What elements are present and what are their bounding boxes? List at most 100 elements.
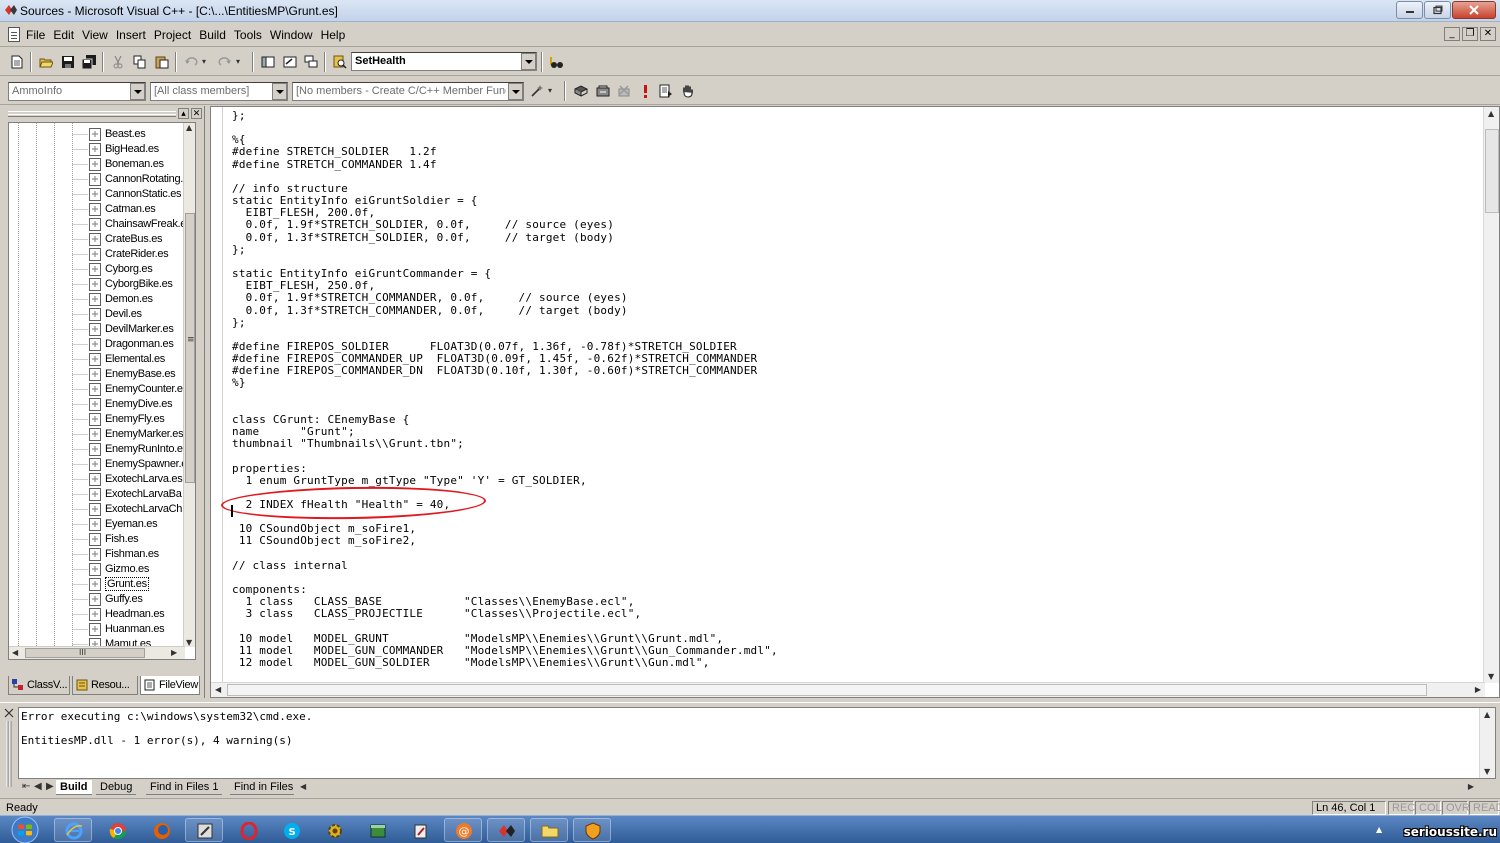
- tab-find-in-files-1[interactable]: Find in Files 1: [146, 780, 223, 795]
- taskbar-app-tools[interactable]: [401, 818, 439, 842]
- taskbar-opera[interactable]: [229, 818, 267, 842]
- menu-view[interactable]: View: [82, 28, 108, 42]
- save-all-button[interactable]: [80, 53, 98, 71]
- source-code[interactable]: }; %{ #define STRETCH_SOLDIER 1.2f #defi…: [232, 109, 778, 669]
- editor-scroll-thumb[interactable]: [1485, 129, 1499, 213]
- mdi-close-button[interactable]: ✕: [1480, 27, 1496, 41]
- minimize-button[interactable]: [1396, 1, 1423, 19]
- scroll-left-icon[interactable]: ◀: [300, 782, 306, 791]
- tray-expand-icon[interactable]: ▲: [1376, 825, 1382, 834]
- members-combo[interactable]: [No members - Create C/C++ Member Functi…: [292, 82, 524, 101]
- find-in-files-button[interactable]: [331, 53, 349, 71]
- menu-window[interactable]: Window: [270, 28, 313, 42]
- code-editor[interactable]: }; %{ #define STRETCH_SOLDIER 1.2f #defi…: [210, 106, 1500, 698]
- taskbar-visual-cpp[interactable]: [487, 818, 525, 842]
- taskbar-ie[interactable]: [54, 818, 92, 842]
- chevron-down-icon[interactable]: [272, 83, 287, 100]
- document-icon[interactable]: [8, 27, 20, 42]
- open-button[interactable]: [37, 53, 55, 71]
- tab-debug[interactable]: Debug: [96, 780, 137, 795]
- taskbar-chrome[interactable]: [98, 818, 136, 842]
- chevron-down-icon[interactable]: [130, 83, 145, 100]
- tab-fileview[interactable]: FileView: [140, 676, 200, 695]
- filter-combo[interactable]: [All class members]: [150, 82, 288, 101]
- workspace-toggle-button[interactable]: [259, 53, 277, 71]
- menu-help[interactable]: Help: [321, 28, 346, 42]
- taskbar-app-generic[interactable]: [185, 818, 223, 842]
- taskbar-explorer[interactable]: [530, 818, 568, 842]
- close-button[interactable]: [1452, 1, 1496, 19]
- scroll-left-icon[interactable]: ◀: [12, 648, 18, 657]
- execute-button[interactable]: [636, 82, 654, 100]
- output-toggle-button[interactable]: [281, 53, 299, 71]
- paste-button[interactable]: [153, 53, 171, 71]
- menu-tools[interactable]: Tools: [234, 28, 262, 42]
- compile-button[interactable]: [572, 82, 590, 100]
- menu-edit[interactable]: Edit: [53, 28, 74, 42]
- menu-insert[interactable]: Insert: [116, 28, 146, 42]
- taskbar-mail[interactable]: @: [444, 818, 482, 842]
- editor-hscroll-thumb[interactable]: [227, 684, 1427, 696]
- tab-find-in-files-2[interactable]: Find in Files 2: [230, 780, 294, 795]
- output-text[interactable]: Error executing c:\windows\system32\cmd.…: [21, 711, 312, 747]
- taskbar-app-window[interactable]: [358, 818, 396, 842]
- workspace-grip[interactable]: [8, 111, 176, 117]
- stop-build-button[interactable]: [615, 82, 633, 100]
- scroll-up-icon[interactable]: ▲: [1484, 710, 1490, 719]
- find-combo[interactable]: SetHealth: [351, 52, 537, 71]
- redo-dropdown[interactable]: ▾: [234, 53, 244, 71]
- chevron-down-icon[interactable]: [508, 83, 523, 100]
- undo-button[interactable]: [182, 53, 200, 71]
- workspace-maximize-button[interactable]: ▴: [178, 108, 189, 119]
- menu-project[interactable]: Project: [154, 28, 191, 42]
- window-list-button[interactable]: [302, 53, 320, 71]
- scroll-right-icon[interactable]: ▶: [1475, 685, 1481, 694]
- cut-button[interactable]: [109, 53, 127, 71]
- editor-horizontal-scrollbar[interactable]: ◀ ▶: [211, 682, 1485, 697]
- scroll-right-icon[interactable]: ▶: [1468, 782, 1474, 791]
- tree-scroll-thumb[interactable]: [185, 213, 195, 483]
- tab-classview[interactable]: ClassV...: [8, 676, 70, 695]
- scroll-up-icon[interactable]: ▲: [186, 123, 192, 132]
- taskbar-firefox[interactable]: [142, 818, 180, 842]
- redo-button[interactable]: [216, 53, 234, 71]
- undo-dropdown[interactable]: ▾: [200, 53, 210, 71]
- breakpoint-button[interactable]: [679, 82, 697, 100]
- output-vertical-scrollbar[interactable]: ▲ ▼: [1479, 708, 1495, 778]
- tab-build[interactable]: Build: [56, 780, 92, 795]
- scroll-down-icon[interactable]: ▼: [1488, 672, 1494, 681]
- taskbar-app-gear[interactable]: [315, 818, 353, 842]
- wizard-action-button[interactable]: [528, 82, 546, 100]
- scroll-left-icon[interactable]: ◀: [215, 685, 221, 694]
- maximize-button[interactable]: [1424, 1, 1451, 19]
- menu-build[interactable]: Build: [199, 28, 226, 42]
- chevron-down-icon[interactable]: [521, 53, 536, 70]
- menu-file[interactable]: File: [26, 28, 45, 42]
- scroll-down-icon[interactable]: ▼: [1484, 767, 1490, 776]
- go-button[interactable]: [657, 82, 675, 100]
- scroll-right-icon[interactable]: ▶: [171, 648, 177, 657]
- output-dock-grip[interactable]: [2, 707, 16, 789]
- scroll-up-icon[interactable]: ▲: [1488, 109, 1494, 118]
- tree-horizontal-scrollbar[interactable]: ◀ III ▶: [9, 646, 185, 659]
- new-text-file-button[interactable]: [8, 53, 26, 71]
- start-button[interactable]: [6, 816, 44, 843]
- tab-scroll-right-icon[interactable]: ▶: [46, 781, 54, 792]
- taskbar-app-shield[interactable]: [573, 818, 611, 842]
- copy-button[interactable]: [131, 53, 149, 71]
- editor-vertical-scrollbar[interactable]: ▲ ▼: [1483, 107, 1499, 683]
- output-pane[interactable]: Error executing c:\windows\system32\cmd.…: [18, 707, 1496, 779]
- scroll-down-icon[interactable]: ▼: [186, 638, 192, 647]
- editor-gutter[interactable]: [211, 107, 223, 683]
- mdi-minimize-button[interactable]: _: [1444, 27, 1460, 41]
- build-button[interactable]: [594, 82, 612, 100]
- tab-scroll-left-icon[interactable]: ◀: [34, 781, 42, 792]
- wizard-action-dropdown[interactable]: ▾: [546, 82, 556, 100]
- save-button[interactable]: [59, 53, 77, 71]
- class-combo[interactable]: AmmoInfo: [8, 82, 146, 101]
- tab-scroll-first-icon[interactable]: ⇤: [22, 781, 30, 792]
- find-button[interactable]: [547, 53, 565, 71]
- taskbar-skype[interactable]: S: [272, 818, 310, 842]
- mdi-restore-button[interactable]: ❐: [1462, 27, 1478, 41]
- tab-resourceview[interactable]: Resou...: [72, 676, 138, 695]
